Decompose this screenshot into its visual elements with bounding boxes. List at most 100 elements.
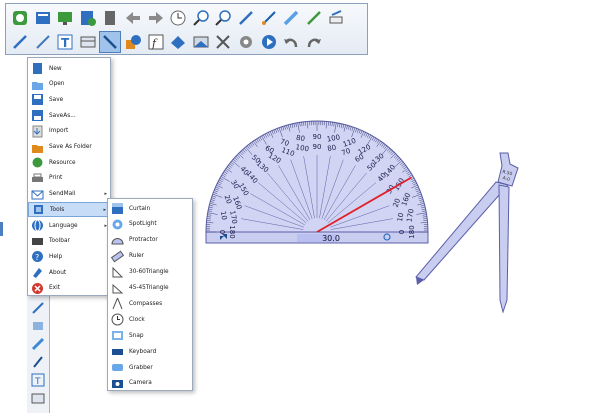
protractor-tick [396, 157, 400, 161]
protractor-tick [210, 199, 215, 201]
menu-item-save-as-folder[interactable]: Save As Folder [28, 140, 110, 155]
menu-item-new[interactable]: New [28, 61, 110, 76]
menu-item-saveas[interactable]: SaveAs... [28, 108, 110, 123]
tool-icon[interactable] [30, 318, 46, 332]
protractor-tick [418, 195, 423, 198]
laser-pen-icon[interactable] [303, 7, 325, 29]
tools-icon [32, 203, 45, 216]
submenu-item-grabber[interactable]: Grabber [108, 360, 192, 375]
protractor-tick [395, 156, 399, 160]
highlighter-icon[interactable] [30, 336, 46, 351]
menu-item-label: Keyboard [129, 348, 157, 355]
fill-icon[interactable] [167, 31, 189, 53]
menu-item-language[interactable]: Language ▸ [28, 218, 110, 233]
line-icon[interactable] [99, 31, 122, 53]
cut-icon[interactable] [212, 31, 234, 53]
undo-icon[interactable] [280, 31, 302, 53]
submenu-item-spotlight[interactable]: SpotLight [108, 217, 192, 232]
shape-icon[interactable] [122, 31, 144, 53]
clock-icon[interactable] [167, 7, 189, 29]
forward-arrow-icon[interactable] [145, 7, 167, 29]
protractor-tick [394, 160, 403, 168]
protractor-tick [401, 163, 405, 167]
page-icon[interactable] [32, 7, 54, 29]
pen-icon[interactable] [235, 7, 257, 29]
menu-item-toolbar[interactable]: Toolbar [28, 234, 110, 249]
zoom-out-icon[interactable] [212, 7, 234, 29]
back-arrow-icon[interactable] [122, 7, 144, 29]
protractor-label: 100 [295, 143, 310, 153]
protractor-label: 0 [218, 230, 226, 234]
menu-item-about[interactable]: About [28, 265, 110, 280]
protractor-tick [268, 132, 271, 136]
menu-item-label: Print [49, 175, 63, 182]
menu-item-print[interactable]: Print [28, 171, 110, 186]
submenu-item-ruler[interactable]: Ruler [108, 249, 192, 264]
text-icon[interactable]: T [54, 31, 76, 53]
eraser-icon[interactable] [325, 7, 347, 29]
screen-icon[interactable] [54, 7, 76, 29]
menu-item-exit[interactable]: Exit [28, 281, 110, 296]
menu-item-label: Save [49, 96, 64, 103]
protractor-tick [391, 151, 395, 156]
svg-text:T: T [34, 377, 41, 387]
protractor-tick [331, 122, 333, 127]
redo-icon[interactable] [303, 31, 325, 53]
menu-item-label: About [49, 269, 67, 276]
clear-icon[interactable] [30, 390, 46, 404]
zoom-in-icon[interactable] [190, 7, 212, 29]
smart-pen-icon[interactable] [9, 31, 31, 53]
protractor-label: 170 [405, 208, 415, 223]
submenu-item-keyboard[interactable]: Keyboard [108, 344, 192, 359]
submenu-item-snap[interactable]: Snap [108, 328, 192, 343]
protractor-tick [337, 122, 339, 128]
select-icon[interactable] [9, 7, 31, 29]
submenu-item-45-45triangle[interactable]: 45-45Triangle [108, 281, 192, 296]
text-icon[interactable]: T [30, 372, 46, 387]
menu-item-save[interactable]: Save [28, 92, 110, 107]
menu-item-import[interactable]: Import [28, 124, 110, 139]
submenu-item-protractor[interactable]: Protractor [108, 233, 192, 248]
rotate-handle-icon [383, 233, 391, 241]
menu-item-tools[interactable]: Tools ▸ [28, 202, 110, 218]
settings-icon[interactable] [235, 31, 257, 53]
protractor-label: 110 [280, 146, 295, 158]
protractor[interactable]: 0 18010 1702016030150401405013060120701108… [205, 120, 429, 244]
menu-item-open[interactable]: Open [28, 77, 110, 92]
camera-icon [111, 377, 124, 390]
clear-icon[interactable] [77, 31, 99, 53]
brush-icon[interactable] [258, 7, 280, 29]
toolbar-row-1 [9, 7, 348, 29]
delete-page-icon[interactable] [99, 7, 121, 29]
protractor-label: 10 [219, 210, 228, 220]
marker-icon[interactable] [30, 354, 46, 368]
compass[interactable]: R.50A:0 [415, 152, 519, 314]
submenu-item-clock[interactable]: Clock [108, 312, 192, 327]
play-icon[interactable] [258, 31, 280, 53]
protractor-label: 80 [327, 144, 337, 153]
menu-item-resource[interactable]: Resource [28, 155, 110, 170]
protractor-tick [284, 125, 286, 130]
protractor-tick [417, 203, 425, 206]
compass-pencil-tip [416, 277, 424, 285]
submenu-item-compasses[interactable]: Compasses [108, 296, 192, 311]
about-icon [31, 266, 44, 279]
highlighter-icon[interactable] [280, 7, 302, 29]
protractor-tick [399, 161, 404, 165]
screenshot-icon[interactable] [190, 31, 212, 53]
mail-icon [31, 188, 44, 201]
pen-icon[interactable] [30, 300, 46, 314]
add-page-icon[interactable] [77, 7, 99, 29]
protractor-tick [236, 154, 241, 158]
submenu-item-30-60triangle[interactable]: 30-60Triangle [108, 265, 192, 280]
side-collapse-tab[interactable] [0, 222, 3, 236]
formula-icon[interactable]: f [145, 31, 167, 53]
protractor-radial [330, 218, 393, 230]
menu-item-help[interactable]: ? Help [28, 249, 110, 264]
submenu-item-curtain[interactable]: Curtain [108, 201, 192, 216]
menu-item-sendmail[interactable]: SendMail ▸ [28, 187, 110, 202]
protractor-tick [210, 201, 215, 203]
submenu-item-camera[interactable]: Camera [108, 376, 192, 391]
protractor-tick [339, 123, 341, 128]
texture-pen-icon[interactable] [32, 31, 54, 53]
